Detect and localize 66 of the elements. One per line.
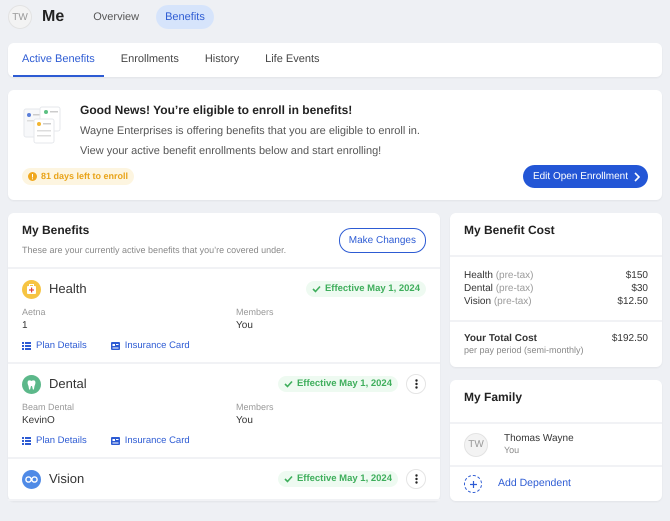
id-card-icon [110, 436, 120, 445]
cost-amount: $150 [626, 269, 648, 282]
add-icon[interactable] [464, 475, 482, 494]
banner-text: Wayne Enterprises is offering benefits that you are eligible to enroll in. [80, 124, 420, 138]
tooth-icon [22, 374, 41, 394]
banner-title: Good News! You’re eligible to enroll in benefits! [80, 103, 354, 119]
total-label: Your Total Cost [464, 332, 538, 346]
tab[interactable]: History [196, 43, 248, 77]
more-icon [414, 474, 418, 484]
section-title: My Benefit Cost [464, 223, 556, 238]
more-button[interactable] [406, 374, 426, 394]
nav-tab[interactable]: Benefits [156, 4, 214, 30]
cost-label: Vision (pre-tax) [464, 295, 532, 308]
members-value: You [236, 318, 254, 332]
benefit-name: Dental [49, 376, 87, 393]
plan-value: 1 [22, 318, 29, 332]
id-card-icon [110, 342, 120, 350]
warning-icon [28, 172, 37, 181]
glasses-icon [22, 470, 41, 489]
section-title: My Family [464, 390, 524, 404]
member-name: Thomas Wayne [504, 432, 574, 446]
benefit-name: Vision [49, 470, 84, 488]
cost-label: Health (pre-tax) [464, 269, 534, 282]
cost-label: Dental (pre-tax) [464, 282, 534, 296]
status-badge: Effective May 1, 2024 [306, 280, 426, 298]
list-icon [22, 342, 31, 350]
status-badge: Effective May 1, 2024 [278, 470, 398, 488]
check-icon [284, 380, 293, 388]
member-relation: You [504, 445, 520, 458]
avatar: TW [464, 432, 488, 457]
status-badge: Effective May 1, 2024 [278, 376, 398, 392]
first-aid-kit-icon [22, 280, 41, 299]
edit-enrollment-button[interactable]: Edit Open Enrollment [522, 165, 648, 188]
tab[interactable]: Life Events [256, 43, 328, 77]
total-note: per pay period (semi-monthly) [464, 345, 584, 358]
list-icon [22, 436, 31, 445]
benefit-name: Health [49, 280, 87, 298]
plan-details-link[interactable]: Plan Details [22, 434, 87, 448]
more-icon [414, 379, 418, 390]
chevron-right-icon [634, 172, 640, 182]
make-changes-button[interactable]: Make Changes [338, 228, 426, 253]
plan-details-link[interactable]: Plan Details [22, 340, 87, 352]
avatar: TW [8, 5, 32, 29]
banner-text: View your active benefit enrollments below and start enrolling! [80, 144, 382, 158]
total-amount: $192.50 [612, 332, 648, 346]
cost-amount: $12.50 [617, 295, 648, 308]
insurance-card-link[interactable]: Insurance Card [110, 434, 190, 448]
insurance-card-link[interactable]: Insurance Card [110, 340, 190, 352]
check-icon [284, 475, 293, 484]
page-title: Me [42, 6, 64, 27]
nav-tab[interactable]: Overview [84, 4, 148, 30]
members-value: You [236, 414, 254, 427]
members-label: Members [236, 402, 275, 414]
provider-label: Beam Dental [22, 402, 76, 414]
members-label: Members [236, 307, 275, 319]
cost-amount: $30 [631, 282, 648, 296]
plan-value: KevinO [22, 414, 56, 427]
tab[interactable]: Enrollments [112, 43, 188, 77]
add-dependent-link[interactable]: Add Dependent [498, 477, 571, 491]
deadline-badge: 81 days left to enroll [22, 168, 134, 186]
section-title: My Benefits [22, 223, 90, 238]
more-button[interactable] [406, 469, 426, 490]
tab[interactable]: Active Benefits [13, 43, 104, 77]
provider-label: Aetna [22, 307, 47, 319]
section-subtitle: These are your currently active benefits that you’re covered under. [22, 245, 286, 258]
check-icon [312, 285, 321, 294]
